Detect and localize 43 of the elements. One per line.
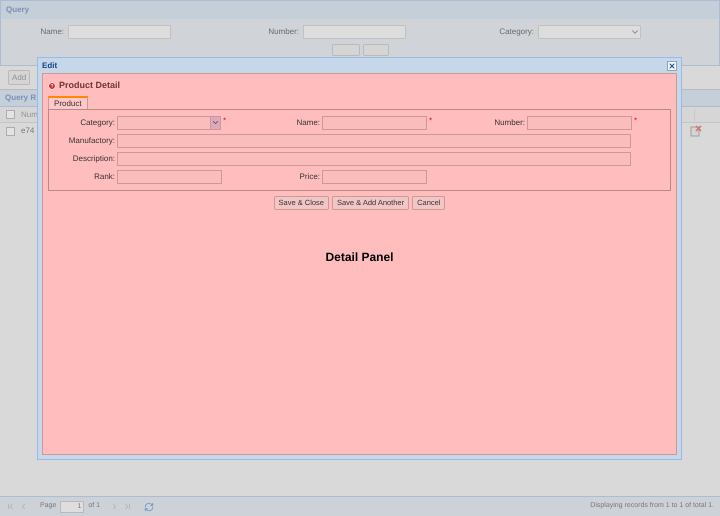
required-mark: * xyxy=(634,116,638,124)
field-label: Number: xyxy=(493,116,526,128)
input-field[interactable] xyxy=(68,25,171,39)
required-mark: * xyxy=(223,116,226,124)
required-mark: * xyxy=(429,116,432,124)
input-field[interactable] xyxy=(322,170,427,184)
field-label: Price: xyxy=(298,170,321,182)
panel-title: Product Detail xyxy=(59,79,120,92)
field-label: Category: xyxy=(498,26,535,38)
input-field[interactable] xyxy=(322,116,427,130)
field-label: Category: xyxy=(79,116,116,128)
field-label: Name: xyxy=(295,116,321,128)
select-all-checkbox[interactable] xyxy=(6,110,15,119)
input-field[interactable] xyxy=(117,152,631,166)
chevron-down-icon xyxy=(211,118,220,127)
dialog-title: Edit xyxy=(42,60,58,72)
panel-title: Query R xyxy=(5,92,36,104)
field-label: Name: xyxy=(39,26,65,38)
field-label: Number: xyxy=(267,26,300,38)
input-field[interactable] xyxy=(117,170,222,184)
field-label: Description: xyxy=(72,152,116,164)
tab[interactable]: Product xyxy=(48,96,88,108)
refresh-icon[interactable] xyxy=(144,502,154,512)
panel-title: Query xyxy=(6,4,30,16)
field-label: Manufactory: xyxy=(68,134,116,146)
help-icon xyxy=(48,82,56,90)
panel-placeholder-text: Detail Panel xyxy=(325,248,394,266)
close-icon xyxy=(668,62,676,70)
previous-page-icon[interactable] xyxy=(19,502,28,511)
input-field[interactable] xyxy=(117,134,631,148)
input-field[interactable] xyxy=(303,25,406,39)
last-page-icon[interactable] xyxy=(123,502,132,511)
table-cell: e74 xyxy=(21,125,34,137)
field-label: Rank: xyxy=(93,170,116,182)
reset-button[interactable] xyxy=(362,44,388,56)
first-page-icon[interactable] xyxy=(6,502,15,511)
delete-icon[interactable] xyxy=(690,125,702,137)
category-select[interactable] xyxy=(117,116,221,130)
row-checkbox[interactable] xyxy=(6,126,15,136)
input-field[interactable] xyxy=(527,116,632,130)
close-button[interactable] xyxy=(667,60,677,70)
category-select[interactable] xyxy=(538,25,641,39)
query-button[interactable] xyxy=(332,44,360,56)
